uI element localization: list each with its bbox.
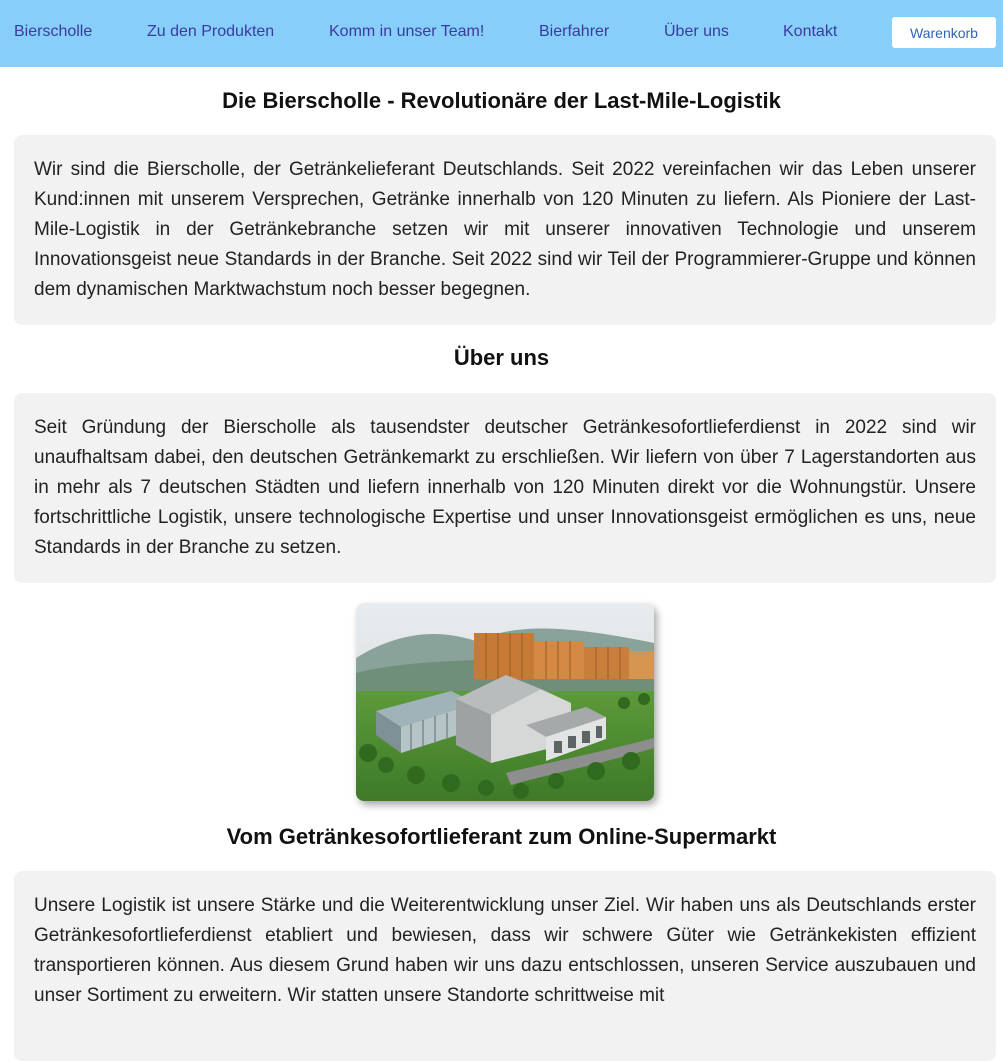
warehouse-illustration <box>356 603 654 801</box>
about-panel: Seit Gründung der Bierscholle als tausen… <box>14 393 996 583</box>
warehouse-image <box>356 603 654 801</box>
nav-link-products[interactable]: Zu den Produkten <box>147 23 274 41</box>
about-text: Seit Gründung der Bierscholle als tausen… <box>34 417 976 558</box>
nav-link-home[interactable]: Bierscholle <box>14 23 92 41</box>
cart-button[interactable]: Warenkorb <box>892 17 996 48</box>
supermarket-panel: Unsere Logistik ist unsere Stärke und di… <box>14 871 996 1061</box>
supermarket-text: Unsere Logistik ist unsere Stärke und di… <box>34 895 976 1006</box>
nav-link-about[interactable]: Über uns <box>664 23 729 41</box>
nav-link-careers[interactable]: Komm in unser Team! <box>329 23 484 41</box>
intro-panel: Wir sind die Bierscholle, der Getränkeli… <box>14 135 996 325</box>
intro-heading: Die Bierscholle - Revolutionäre der Last… <box>222 88 781 113</box>
intro-text: Wir sind die Bierscholle, der Getränkeli… <box>34 159 976 300</box>
top-navigation-bar: Bierscholle Zu den Produkten Komm in uns… <box>0 0 1003 67</box>
supermarket-heading: Vom Getränkesofortlieferant zum Online-S… <box>226 824 777 849</box>
nav-link-contact[interactable]: Kontakt <box>783 23 837 41</box>
nav-link-drivers[interactable]: Bierfahrer <box>539 23 609 41</box>
about-heading: Über uns <box>453 345 550 370</box>
